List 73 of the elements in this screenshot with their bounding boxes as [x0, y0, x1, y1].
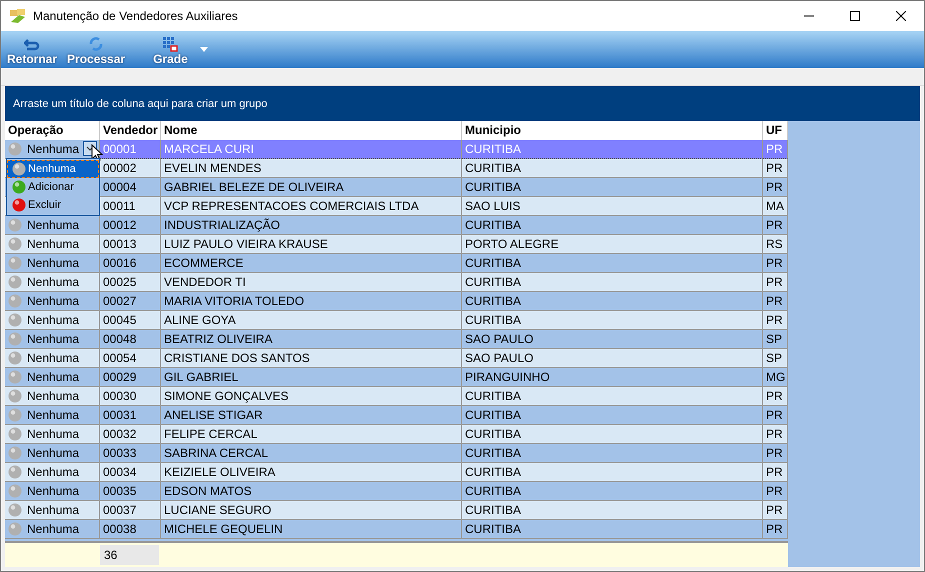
- operation-value: Nenhuma: [27, 446, 80, 460]
- table-row[interactable]: Nenhuma 00048 BEATRIZ OLIVEIRA SAO PAULO SP: [5, 330, 788, 349]
- dropdown-option[interactable]: Nenhuma: [7, 160, 99, 178]
- operation-value: Nenhuma: [27, 389, 80, 403]
- status-ball-icon: [8, 218, 22, 232]
- table-row[interactable]: Nenhuma 00037 LUCIANE SEGURO CURITIBA PR: [5, 501, 788, 520]
- window-title: Manutenção de Vendedores Auxiliares: [33, 9, 239, 23]
- operation-value: Nenhuma: [27, 408, 80, 422]
- table-cell: 00038: [100, 520, 161, 539]
- table-cell: MICHELE GEQUELIN: [161, 520, 462, 539]
- status-ball-icon: [8, 332, 22, 346]
- table-cell: 00001: [100, 140, 161, 159]
- status-ball-icon: [8, 370, 22, 384]
- app-icon: [9, 8, 27, 24]
- operation-value: Nenhuma: [27, 484, 80, 498]
- status-ball-icon: [8, 522, 22, 536]
- operation-value: Nenhuma: [27, 313, 80, 327]
- table-row[interactable]: Nenhuma 00001 MARCELA CURI CURITIBA PR: [5, 140, 788, 159]
- operation-value: Nenhuma: [27, 237, 80, 251]
- status-ball-icon: [8, 275, 22, 289]
- table-cell: CURITIBA: [462, 140, 763, 159]
- status-ball-icon: [8, 294, 22, 308]
- status-ball-icon: [8, 256, 22, 270]
- status-ball-icon: [8, 503, 22, 517]
- table-row[interactable]: Nenhuma 00038 MICHELE GEQUELIN CURITIBA PR: [5, 520, 788, 539]
- operation-value: Nenhuma: [27, 503, 80, 517]
- return-arrow-icon: [24, 38, 40, 52]
- status-ball-icon: [8, 142, 22, 156]
- operation-value: Nenhuma: [27, 142, 80, 156]
- table-row[interactable]: Nenhuma 00016 ECOMMERCE CURITIBA PR: [5, 254, 788, 273]
- status-ball-icon: [8, 351, 22, 365]
- caret-icon[interactable]: [200, 47, 208, 52]
- operation-value: Nenhuma: [27, 427, 80, 441]
- operation-value: Nenhuma: [27, 256, 80, 270]
- table-row[interactable]: Nenhuma 00034 KEIZIELE OLIVEIRA CURITIBA PR: [5, 463, 788, 482]
- table-row[interactable]: Nenhuma 00012 INDUSTRIALIZAÇÃO CURITIBA PR: [5, 216, 788, 235]
- table-row[interactable]: Nenhuma 00031 ANELISE STIGAR CURITIBA PR: [5, 406, 788, 425]
- operation-value: Nenhuma: [27, 465, 80, 479]
- operation-value: Nenhuma: [27, 522, 80, 536]
- status-ball-icon: [8, 237, 22, 251]
- operation-value: Nenhuma: [27, 294, 80, 308]
- table-row[interactable]: Nenhuma 00030 SIMONE GONÇALVES CURITIBA PR: [5, 387, 788, 406]
- status-ball-icon: [8, 313, 22, 327]
- status-ball-icon: [8, 484, 22, 498]
- operation-value: Nenhuma: [27, 218, 80, 232]
- table-row[interactable]: Nenhuma 00025 VENDEDOR TI CURITIBA PR: [5, 273, 788, 292]
- status-ball-icon: [8, 408, 22, 422]
- table-cell: PR: [763, 140, 788, 159]
- refresh-icon: [88, 36, 104, 52]
- table-row[interactable]: Nenhuma 00033 SABRINA CERCAL CURITIBA PR: [5, 444, 788, 463]
- operation-value: Nenhuma: [27, 351, 80, 365]
- table-row[interactable]: Nenhuma 00027 MARIA VITORIA TOLEDO CURITIBA PR: [5, 292, 788, 311]
- table-row[interactable]: Nenhuma 00035 EDSON MATOS CURITIBA PR: [5, 482, 788, 501]
- dropdown-option[interactable]: Adicionar: [7, 178, 99, 196]
- table-row[interactable]: Nenhuma 00013 LUIZ PAULO VIEIRA KRAUSE PORTO ALEGRE RS: [5, 235, 788, 254]
- operation-value: Nenhuma: [27, 275, 80, 289]
- table-cell: CURITIBA: [462, 520, 763, 539]
- table-row[interactable]: Nenhuma 00045 ALINE GOYA CURITIBA PR: [5, 311, 788, 330]
- status-ball-icon: [8, 389, 22, 403]
- operation-value: Nenhuma: [27, 370, 80, 384]
- grid-icon: [162, 36, 178, 52]
- table-row[interactable]: Nenhuma 00029 GIL GABRIEL PIRANGUINHO MG: [5, 368, 788, 387]
- table-row[interactable]: Nenhuma 00032 FELIPE CERCAL CURITIBA PR: [5, 425, 788, 444]
- status-ball-icon: [8, 446, 22, 460]
- status-ball-icon: [8, 465, 22, 479]
- status-ball-icon: [8, 427, 22, 441]
- table-row[interactable]: Nenhuma 00054 CRISTIANE DOS SANTOS SAO PAULO SP: [5, 349, 788, 368]
- table-cell: MARCELA CURI: [161, 140, 462, 159]
- count-cell: 36: [100, 545, 159, 565]
- table-cell: PR: [763, 520, 788, 539]
- dropdown-option[interactable]: Excluir: [7, 196, 99, 214]
- operation-value: Nenhuma: [27, 332, 80, 346]
- group-panel-hint: Arraste um título de coluna aqui para criar um grupo: [13, 98, 268, 110]
